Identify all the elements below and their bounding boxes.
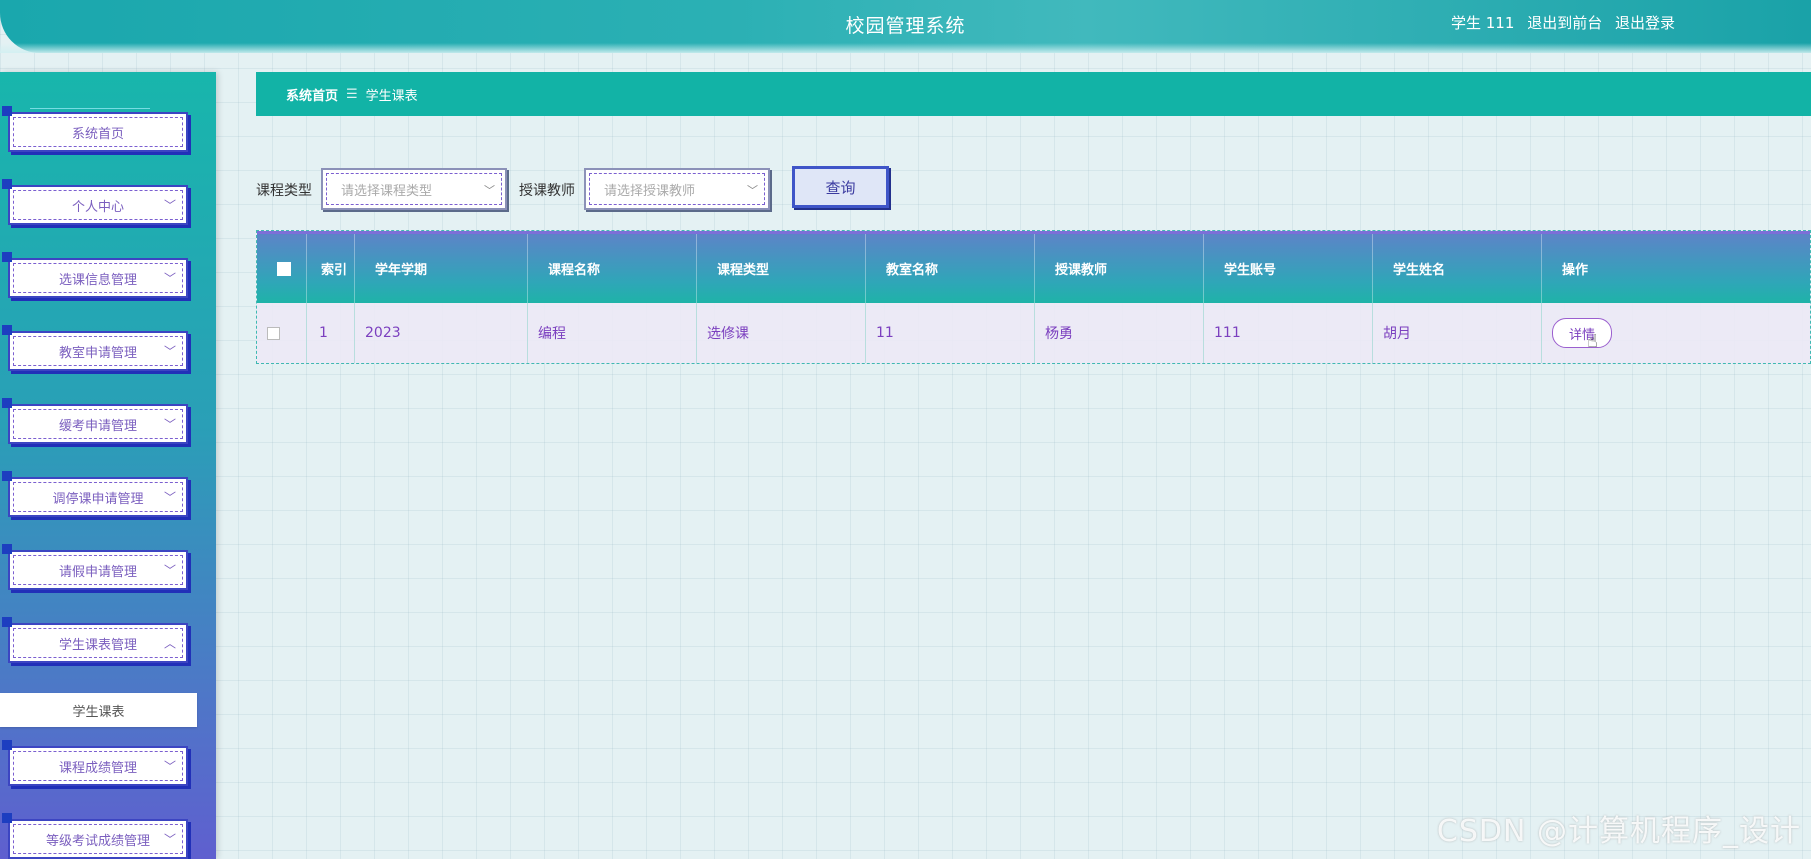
- schedule-table: 索引 学年学期 课程名称 课程类型 教室名称 授课教师 学生账号 学生姓名 操作…: [256, 230, 1811, 364]
- chevron-down-icon: ﹀: [163, 198, 176, 213]
- header-student-name: 学生姓名: [1373, 234, 1542, 303]
- cell-actions: 详情 ☝: [1542, 303, 1810, 363]
- teacher-select[interactable]: 请选择授课教师 ﹀: [584, 168, 770, 210]
- breadcrumb: 系统首页 ☰ 学生课表: [256, 72, 1811, 116]
- sidebar-item-label: 选课信息管理: [58, 272, 137, 288]
- menu-deco: [2, 813, 12, 823]
- course-type-select[interactable]: 请选择课程类型 ﹀: [321, 168, 507, 210]
- header-student-account: 学生账号: [1204, 234, 1373, 303]
- cell-teacher: 杨勇: [1035, 303, 1204, 363]
- chevron-down-icon: ﹀: [747, 184, 758, 197]
- header-select-all[interactable]: [257, 234, 307, 303]
- menu-deco: [2, 544, 12, 554]
- chevron-down-icon: ﹀: [163, 417, 176, 432]
- menu-deco: [2, 740, 12, 750]
- breadcrumb-home[interactable]: 系统首页: [286, 85, 338, 104]
- menu-deco: [2, 471, 12, 481]
- sidebar-subitem-label: 学生课表: [72, 704, 125, 720]
- breadcrumb-current: 学生课表: [365, 88, 418, 104]
- sidebar-item-home[interactable]: 系统首页: [2, 106, 188, 152]
- row-checkbox[interactable]: [267, 326, 280, 340]
- sidebar-item-label: 个人中心: [71, 199, 124, 215]
- cell-course-type: 选修课: [697, 303, 866, 363]
- teacher-label: 授课教师: [519, 183, 575, 199]
- sidebar-deco-line: [30, 108, 150, 109]
- chevron-down-icon: ﹀: [163, 832, 176, 847]
- sidebar: 系统首页 个人中心 ﹀ 选课信息管理 ﹀ 教室申请管理 ﹀ 缓考申请管理 ﹀ 调…: [0, 72, 216, 859]
- menu-deco: [2, 252, 12, 262]
- header-classroom: 教室名称: [866, 234, 1035, 303]
- sidebar-item-level-exam-grades[interactable]: 等级考试成绩管理 ﹀: [2, 813, 188, 859]
- top-bar: 校园管理系统 学生 111 退出到前台 退出登录: [0, 0, 1811, 53]
- chevron-down-icon: ﹀: [484, 184, 495, 197]
- sidebar-item-deferred-exam[interactable]: 缓考申请管理 ﹀: [2, 398, 188, 444]
- menu-deco: [2, 617, 12, 627]
- table-header: 索引 学年学期 课程名称 课程类型 教室名称 授课教师 学生账号 学生姓名 操作: [257, 231, 1810, 303]
- sidebar-item-classroom-application[interactable]: 教室申请管理 ﹀: [2, 325, 188, 371]
- sidebar-item-label: 缓考申请管理: [58, 418, 137, 434]
- cell-student-name: 胡月: [1373, 303, 1542, 363]
- teacher-placeholder: 请选择授课教师: [604, 183, 696, 199]
- sidebar-subitem-student-schedule[interactable]: 学生课表: [0, 693, 197, 727]
- cell-student-account: 111: [1204, 303, 1373, 363]
- header-teacher: 授课教师: [1035, 234, 1204, 303]
- detail-button[interactable]: 详情 ☝: [1552, 318, 1612, 352]
- sidebar-item-label: 课程成绩管理: [58, 760, 137, 776]
- menu-deco: [2, 398, 12, 408]
- chevron-up-icon: ︿: [163, 636, 176, 651]
- sidebar-item-label: 请假申请管理: [58, 564, 137, 580]
- select-all-checkbox[interactable]: [277, 261, 291, 276]
- sidebar-item-class-adjustment[interactable]: 调停课申请管理 ﹀: [2, 471, 188, 517]
- row-select-cell: [257, 303, 307, 363]
- breadcrumb-separator-icon: ☰: [346, 86, 358, 102]
- user-area: 学生 111 退出到前台 退出登录: [1443, 12, 1675, 33]
- sidebar-item-label: 教室申请管理: [58, 345, 137, 361]
- chevron-down-icon: ﹀: [163, 344, 176, 359]
- header-term: 学年学期: [355, 234, 528, 303]
- user-name: 学生 111: [1451, 14, 1515, 32]
- chevron-down-icon: ﹀: [163, 490, 176, 505]
- menu-deco: [2, 325, 12, 335]
- sidebar-item-leave-application[interactable]: 请假申请管理 ﹀: [2, 544, 188, 590]
- chevron-down-icon: ﹀: [163, 759, 176, 774]
- menu-deco: [2, 106, 12, 116]
- course-type-placeholder: 请选择课程类型: [341, 183, 433, 199]
- sidebar-item-personal-center[interactable]: 个人中心 ﹀: [2, 179, 188, 225]
- query-button[interactable]: 查询: [792, 166, 889, 208]
- sidebar-item-label: 学生课表管理: [58, 637, 137, 653]
- sidebar-item-course-grades[interactable]: 课程成绩管理 ﹀: [2, 740, 188, 786]
- header-course-type: 课程类型: [697, 234, 866, 303]
- cell-course-name: 编程: [528, 303, 697, 363]
- logout-link[interactable]: 退出登录: [1615, 14, 1675, 32]
- menu-deco: [2, 179, 12, 189]
- sidebar-item-label: 调停课申请管理: [52, 491, 144, 507]
- sidebar-item-label: 等级考试成绩管理: [45, 833, 150, 849]
- chevron-down-icon: ﹀: [163, 271, 176, 286]
- cell-index: 1: [307, 303, 355, 363]
- front-link[interactable]: 退出到前台: [1527, 14, 1602, 32]
- course-type-label: 课程类型: [256, 183, 312, 199]
- watermark: CSDN @计算机程序_设计: [1436, 814, 1801, 849]
- header-actions: 操作: [1562, 263, 1589, 278]
- sidebar-item-student-schedule[interactable]: 学生课表管理 ︿: [2, 617, 188, 663]
- hand-cursor-icon: ☝: [1587, 331, 1598, 352]
- cell-classroom: 11: [866, 303, 1035, 363]
- sidebar-item-course-selection[interactable]: 选课信息管理 ﹀: [2, 252, 188, 298]
- table-row: 1 2023 编程 选修课 11 杨勇 111 胡月 详情 ☝: [257, 303, 1810, 363]
- chevron-down-icon: ﹀: [163, 563, 176, 578]
- header-index: 索引: [307, 234, 355, 303]
- sidebar-item-label: 系统首页: [71, 126, 124, 142]
- header-course-name: 课程名称: [528, 234, 697, 303]
- cell-term: 2023: [355, 303, 528, 363]
